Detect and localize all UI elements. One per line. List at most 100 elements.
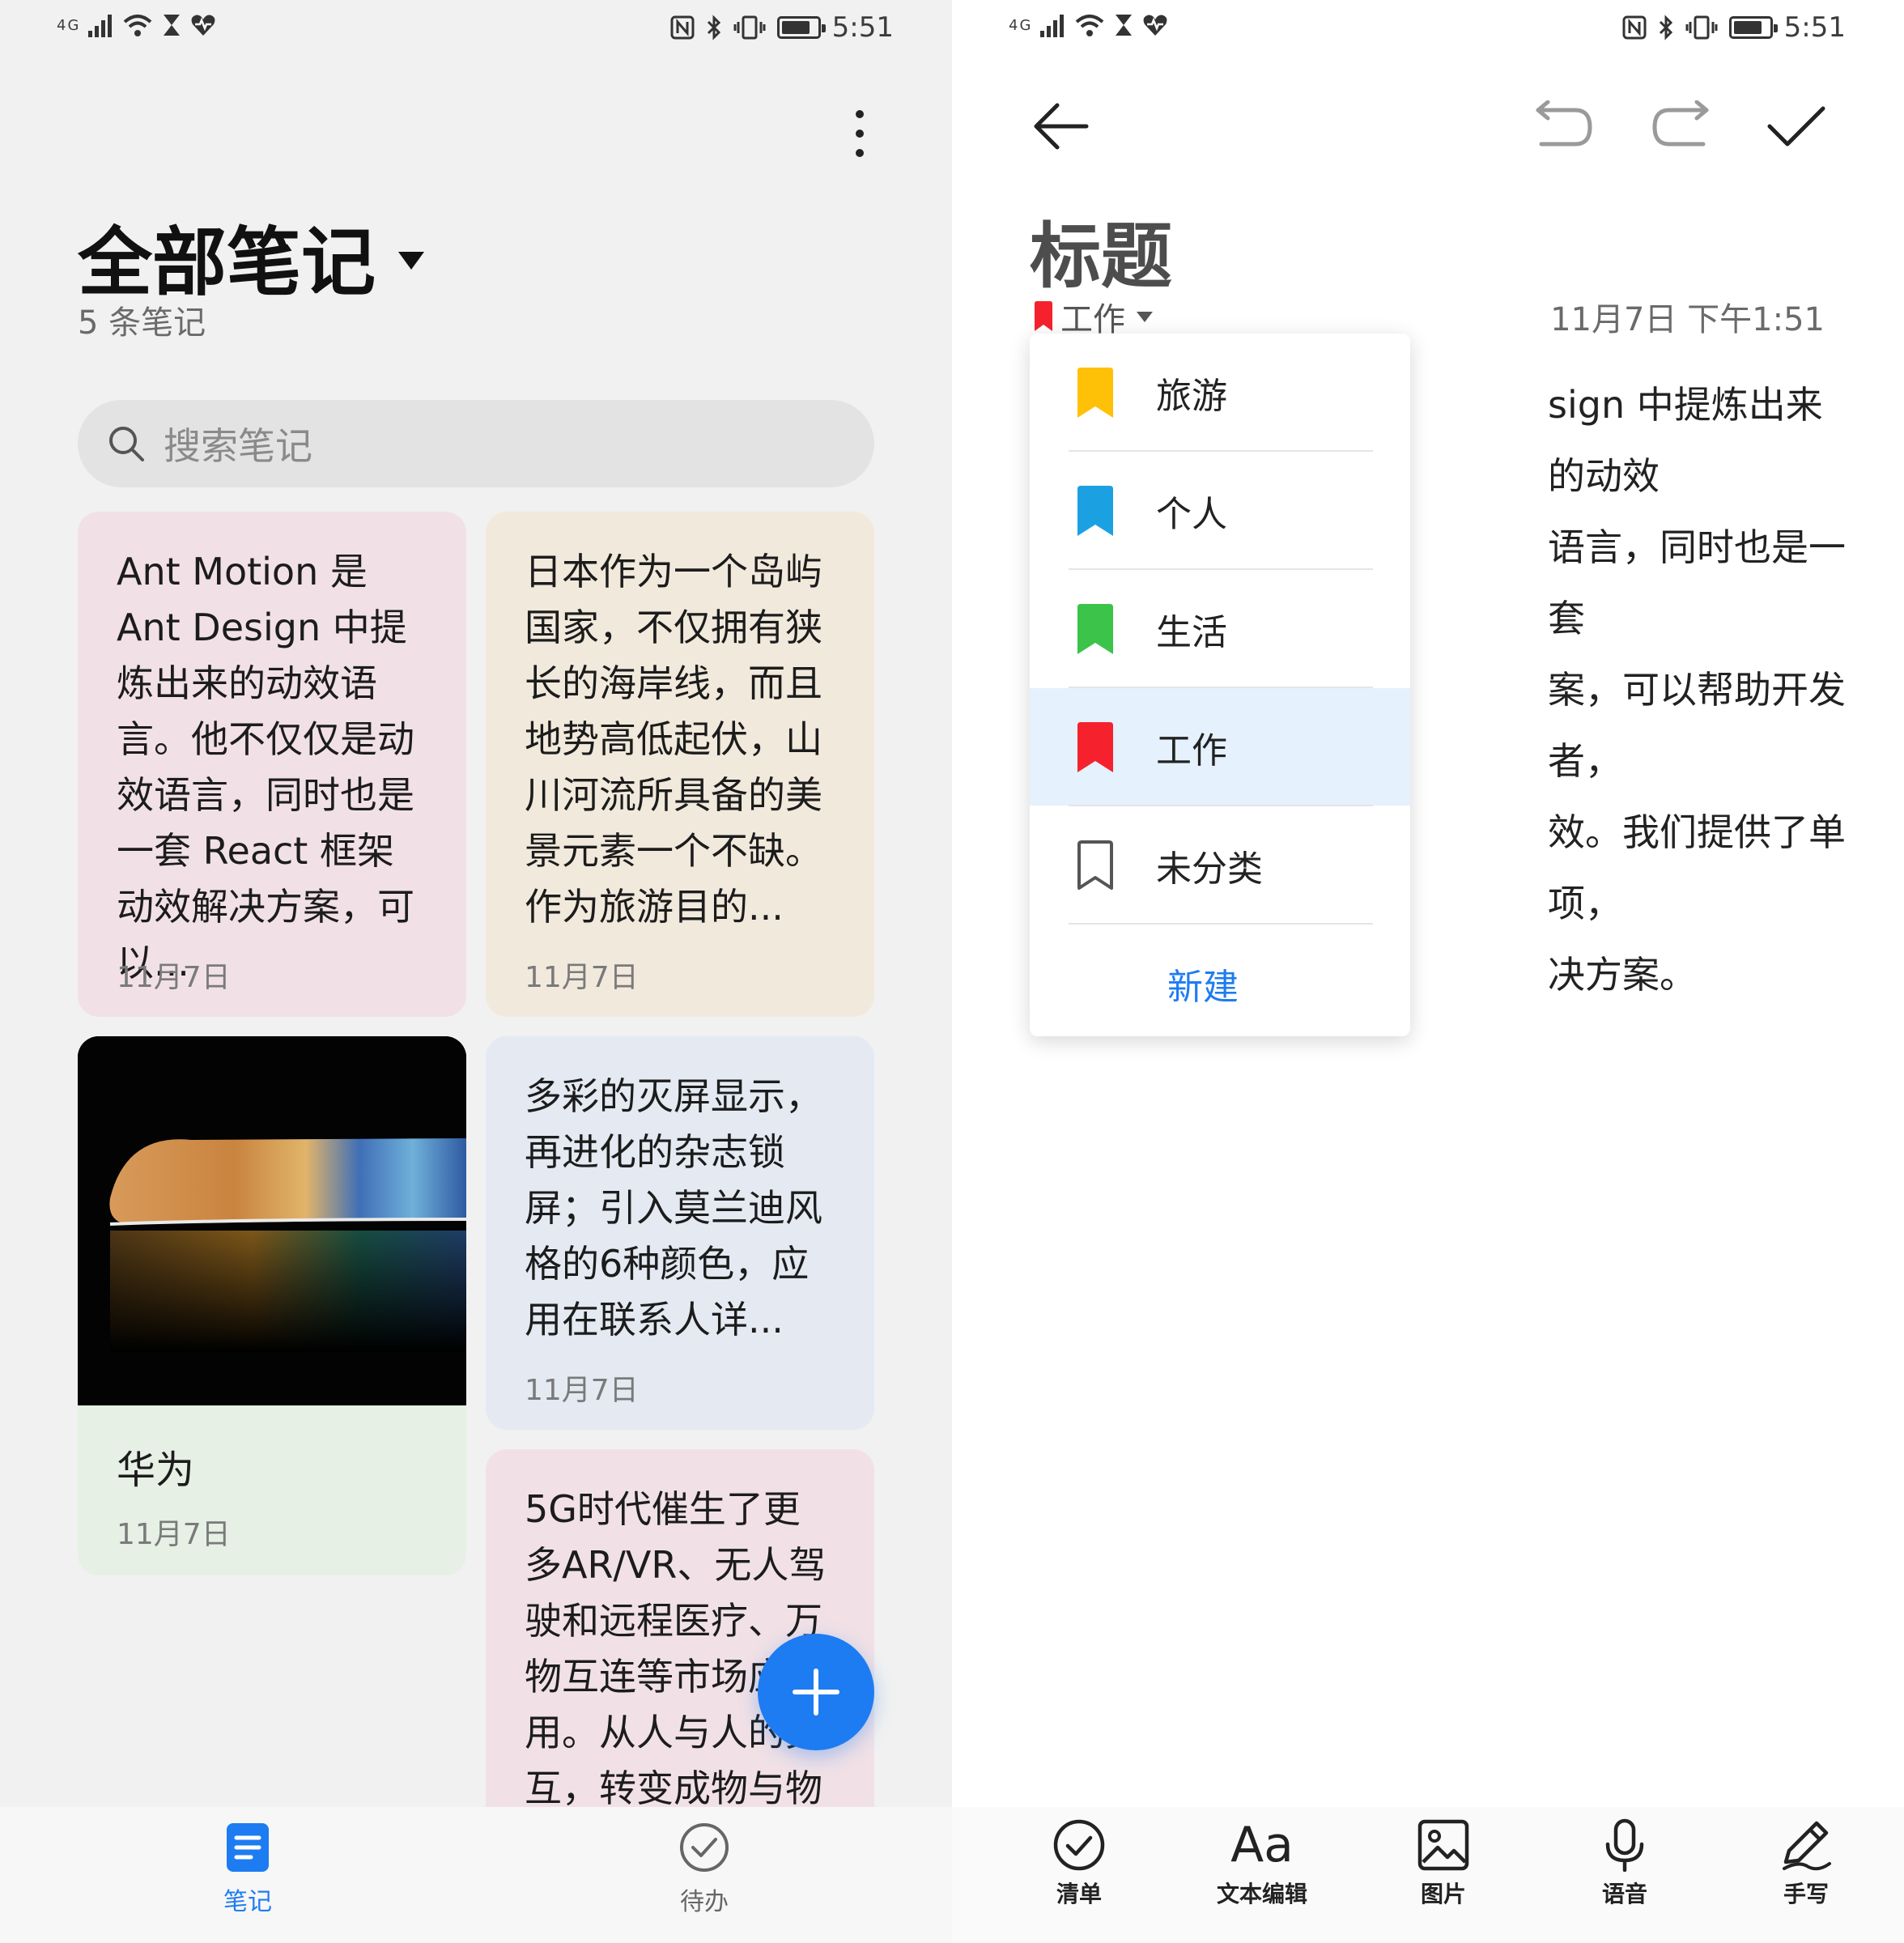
handwrite-label: 手写 [1783,1881,1829,1907]
add-note-button[interactable] [758,1634,874,1750]
hourglass-icon [164,15,181,36]
tab-todo-label: 待办 [680,1888,729,1916]
text-edit-button[interactable]: Aa 文本编辑 [1177,1818,1347,1909]
note-snippet: 5G时代催生了更多AR/VR、无人驾驶和远程医疗、万物互连等市场应用。从人与人的… [525,1487,827,1810]
microphone-icon [1605,1818,1644,1872]
note-title-input[interactable]: 标题 [1030,199,1172,302]
note-date: 11月7日 [525,961,639,994]
search-icon [109,427,144,461]
folder-selector[interactable]: 全部笔记 [78,202,425,310]
tab-notes[interactable]: 笔记 [207,1822,288,1917]
tab-notes-label: 笔记 [223,1888,272,1916]
note-snippet: 日本作为一个岛屿国家，不仅拥有狭长的海岸线，而且地势高低起伏，山川河流所具备的美… [525,550,822,929]
category-option-label: 旅游 [1156,375,1227,417]
status-time: 5:51 [1783,11,1846,44]
battery-icon [1728,16,1778,39]
status-right: 5:51 [670,11,894,44]
caret-down-icon [1137,311,1153,322]
note-count: 5 条笔记 [78,304,206,342]
status-left: 4G [57,13,216,37]
wifi-icon [1076,15,1104,36]
checklist-icon [1053,1819,1105,1871]
bookmark-yellow-icon [1077,367,1113,418]
network-type: 4G [1009,16,1033,34]
bluetooth-icon [707,15,720,40]
voice-label: 语音 [1601,1881,1647,1907]
category-option-life[interactable]: 生活 [1030,570,1410,687]
note-date: 11月7日 下午1:51 [1550,301,1825,338]
wifi-icon [124,15,152,36]
hourglass-icon [1116,15,1133,36]
category-option-label: 个人 [1156,493,1227,535]
status-time: 5:51 [831,11,894,44]
category-dropdown: 旅游 个人 生活 工作 未分类 新建 [1030,334,1410,1036]
note-card-huawei[interactable]: 华为 11月7日 [78,1036,466,1575]
category-option-travel[interactable]: 旅游 [1030,334,1410,451]
page-title: 全部笔记 [78,219,376,306]
new-category-button[interactable]: 新建 [1030,925,1410,1036]
note-snippet: Ant Motion 是 Ant Design 中提炼出来的动效语言。他不仅仅是… [117,550,414,984]
bookmark-red-icon [1035,301,1052,331]
editor-toolbar: 清单 Aa 文本编辑 图片 语音 手写 [952,1807,1904,1943]
signal-icon [88,15,113,37]
note-title: 华为 [117,1448,195,1493]
font-aa-icon: Aa [1230,1817,1294,1873]
image-label: 图片 [1420,1881,1466,1907]
checklist-label: 清单 [1056,1881,1102,1907]
image-icon [1417,1819,1469,1871]
note-icon [227,1823,269,1872]
category-option-personal[interactable]: 个人 [1030,452,1410,569]
note-photo-phone [78,1036,466,1405]
search-bar[interactable]: 搜索笔记 [78,400,874,487]
note-date: 11月7日 [117,961,231,994]
note-card-ant-motion[interactable]: Ant Motion 是 Ant Design 中提炼出来的动效语言。他不仅仅是… [78,512,466,1017]
caret-down-icon [398,251,425,270]
bluetooth-icon [1659,15,1672,40]
todo-check-icon [680,1823,729,1872]
note-date: 11月7日 [117,1518,231,1551]
heart-rate-icon [1143,15,1167,36]
status-bar: 4G 5:51 [952,0,1904,58]
note-snippet: 多彩的灭屏显示，再进化的杂志锁屏；引入莫兰迪风格的6种颜色，应用在联系人详... [525,1074,822,1341]
note-editor-screen: 4G 5:51 标题 工作 11月7日 下午1:51 sign 中提炼出来的动效… [952,0,1904,1943]
vibrate-icon [733,15,766,40]
voice-button[interactable]: 语音 [1540,1818,1710,1909]
battery-icon [776,16,826,39]
heart-rate-icon [191,15,215,36]
signal-icon [1040,15,1065,37]
nfc-icon [1622,15,1647,40]
status-right: 5:51 [1622,11,1846,44]
handwrite-button[interactable]: 手写 [1721,1818,1891,1909]
network-type: 4G [57,16,81,34]
notes-list-screen: 4G 5:51 全部笔记 5 条笔记 搜索笔记 Ant Motion 是 Ant… [0,0,952,1943]
checklist-button[interactable]: 清单 [994,1818,1164,1909]
tab-todo[interactable]: 待办 [664,1822,745,1917]
bookmark-red-icon [1077,721,1113,772]
redo-icon[interactable] [1650,100,1711,152]
plus-icon [793,1669,839,1716]
undo-icon[interactable] [1533,100,1595,152]
category-option-work[interactable]: 工作 [1030,688,1410,806]
bookmark-green-icon [1077,603,1113,654]
bookmark-outline-icon [1077,840,1113,890]
note-date: 11月7日 [525,1374,639,1407]
category-option-label: 工作 [1156,729,1227,772]
category-option-uncategorized[interactable]: 未分类 [1030,806,1410,924]
pen-icon [1783,1821,1831,1871]
image-button[interactable]: 图片 [1358,1818,1528,1909]
category-option-label: 生活 [1156,611,1227,653]
note-card-japan[interactable]: 日本作为一个岛屿国家，不仅拥有狭长的海岸线，而且地势高低起伏，山川河流所具备的美… [486,512,874,1017]
checkmark-icon[interactable] [1766,104,1826,149]
category-option-label: 未分类 [1156,848,1263,890]
bookmark-blue-icon [1077,485,1113,536]
text-edit-label: 文本编辑 [1216,1881,1307,1907]
bottom-nav: 笔记 待办 [0,1807,952,1943]
note-card-display[interactable]: 多彩的灭屏显示，再进化的杂志锁屏；引入莫兰迪风格的6种颜色，应用在联系人详...… [486,1036,874,1430]
nfc-icon [670,15,695,40]
search-placeholder: 搜索笔记 [164,424,312,468]
back-arrow-icon[interactable] [1033,100,1090,152]
more-options-icon[interactable] [840,105,879,162]
status-left: 4G [1009,13,1168,37]
status-bar: 4G 5:51 [0,0,952,58]
vibrate-icon [1685,15,1718,40]
